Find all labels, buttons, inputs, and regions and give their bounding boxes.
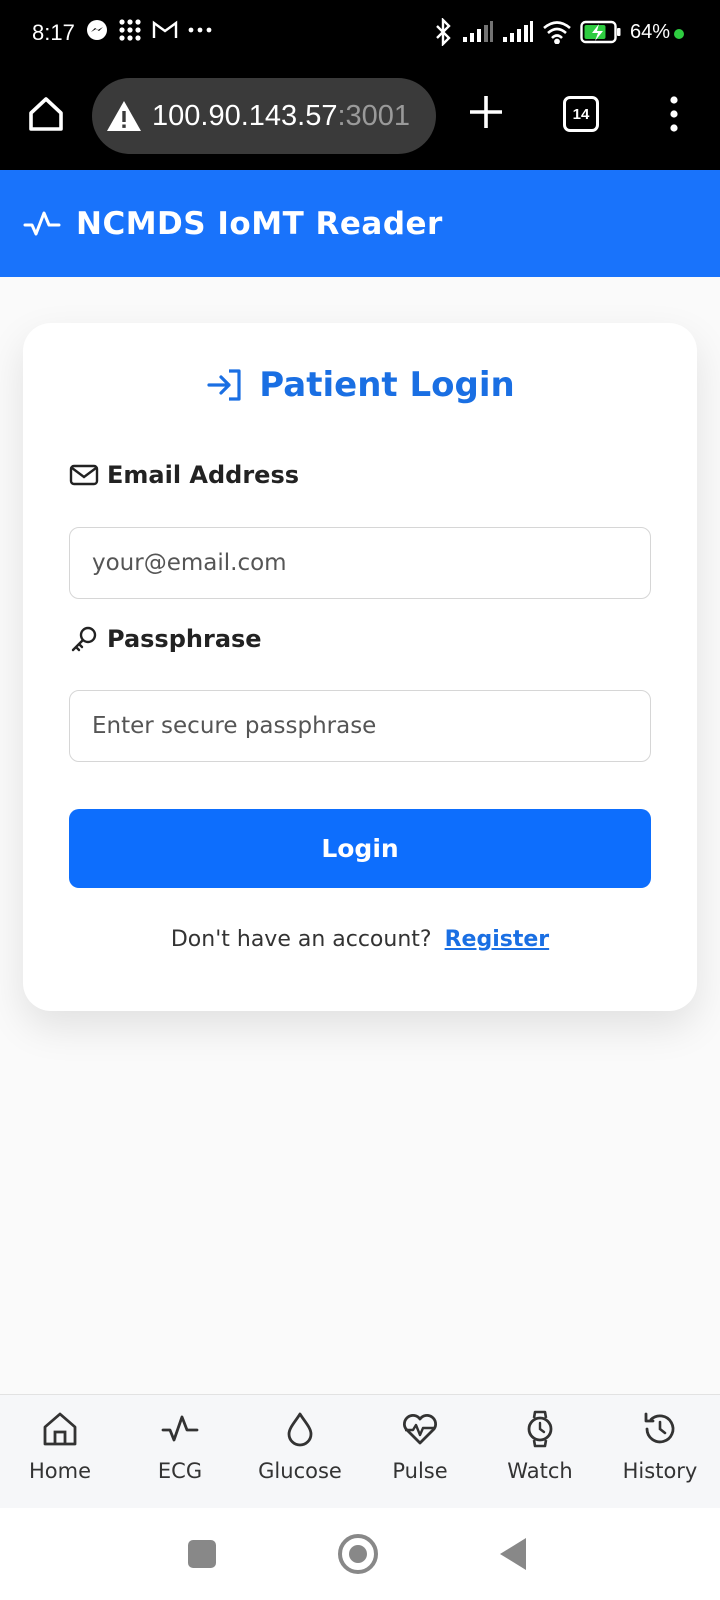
register-link[interactable]: Register	[445, 927, 550, 952]
new-tab-plus-icon[interactable]	[466, 92, 506, 132]
email-label-text: Email Address	[107, 461, 300, 489]
register-row: Don't have an account? Register	[23, 927, 697, 952]
browser-menu-icon[interactable]	[664, 94, 684, 134]
url-host: 100.90.143.57	[152, 99, 338, 132]
status-time: 8:17	[32, 20, 75, 45]
not-secure-warning-icon[interactable]	[104, 96, 144, 136]
nav-item-ecg[interactable]: ECG	[125, 1395, 235, 1483]
nav-item-history[interactable]: History	[605, 1395, 715, 1483]
watch-icon	[527, 1410, 553, 1448]
url-port: :3001	[337, 99, 411, 132]
recents-square-icon[interactable]	[188, 1540, 216, 1568]
gmail-icon	[152, 20, 178, 38]
history-icon	[644, 1412, 675, 1444]
nav-item-home[interactable]: Home	[5, 1395, 115, 1483]
login-title-text: Patient Login	[259, 365, 515, 405]
nav-label-glucose: Glucose	[258, 1459, 342, 1483]
register-prompt: Don't have an account?	[170, 927, 432, 952]
login-title: Patient Login	[23, 365, 697, 405]
address-bar[interactable]: 100.90.143.57:3001	[92, 78, 436, 154]
wifi-icon	[543, 21, 571, 44]
nav-label-ecg: ECG	[157, 1459, 203, 1483]
system-icons: 64%	[434, 18, 670, 46]
privacy-indicator-dot	[674, 29, 684, 39]
url-text[interactable]: 100.90.143.57:3001	[152, 100, 410, 133]
signal-icon	[502, 21, 533, 42]
activity-icon	[161, 1415, 199, 1442]
home-circle-icon[interactable]	[338, 1534, 378, 1574]
nav-item-glucose[interactable]: Glucose	[245, 1395, 355, 1483]
more-dots-icon	[188, 27, 212, 33]
status-bar: 8:17 64%	[0, 0, 720, 68]
apps-grid-icon	[119, 19, 141, 41]
passphrase-label-text: Passphrase	[107, 625, 262, 653]
nav-label-pulse: Pulse	[392, 1459, 448, 1483]
login-card: Patient Login Email Address Passphrase L…	[23, 323, 697, 1011]
heart-pulse-icon	[403, 1414, 437, 1445]
key-icon	[71, 626, 97, 652]
login-button[interactable]: Login	[69, 809, 651, 888]
bottom-nav: Home ECG Glucose Pulse Watch History	[0, 1394, 720, 1508]
app-header: NCMDS IoMT Reader	[0, 170, 720, 277]
tab-switcher-button[interactable]: 14	[563, 96, 599, 132]
nav-label-history: History	[622, 1459, 698, 1483]
nav-label-home: Home	[28, 1459, 91, 1483]
email-label: Email Address	[69, 461, 299, 489]
passphrase-field[interactable]	[69, 690, 651, 762]
nav-item-pulse[interactable]: Pulse	[365, 1395, 475, 1483]
activity-icon	[23, 211, 61, 235]
login-arrow-icon	[207, 369, 241, 401]
browser-home-icon[interactable]	[26, 94, 66, 134]
home-icon	[43, 1412, 77, 1446]
messenger-icon	[87, 20, 107, 40]
battery-percent: 64%	[629, 20, 670, 43]
browser-toolbar: 100.90.143.57:3001 14	[0, 68, 720, 170]
notification-icons	[86, 18, 212, 42]
envelope-icon	[69, 464, 99, 486]
nav-label-watch: Watch	[507, 1459, 573, 1483]
email-field[interactable]	[69, 527, 651, 599]
back-triangle-icon[interactable]	[500, 1538, 526, 1570]
battery-charging-icon	[580, 20, 621, 44]
passphrase-label: Passphrase	[69, 624, 262, 654]
app-title: NCMDS IoMT Reader	[76, 205, 443, 242]
signal-icon	[462, 21, 493, 42]
system-nav-bar	[0, 1508, 720, 1600]
bluetooth-icon	[436, 18, 451, 46]
nav-item-watch[interactable]: Watch	[485, 1395, 595, 1483]
droplet-icon	[287, 1412, 313, 1447]
